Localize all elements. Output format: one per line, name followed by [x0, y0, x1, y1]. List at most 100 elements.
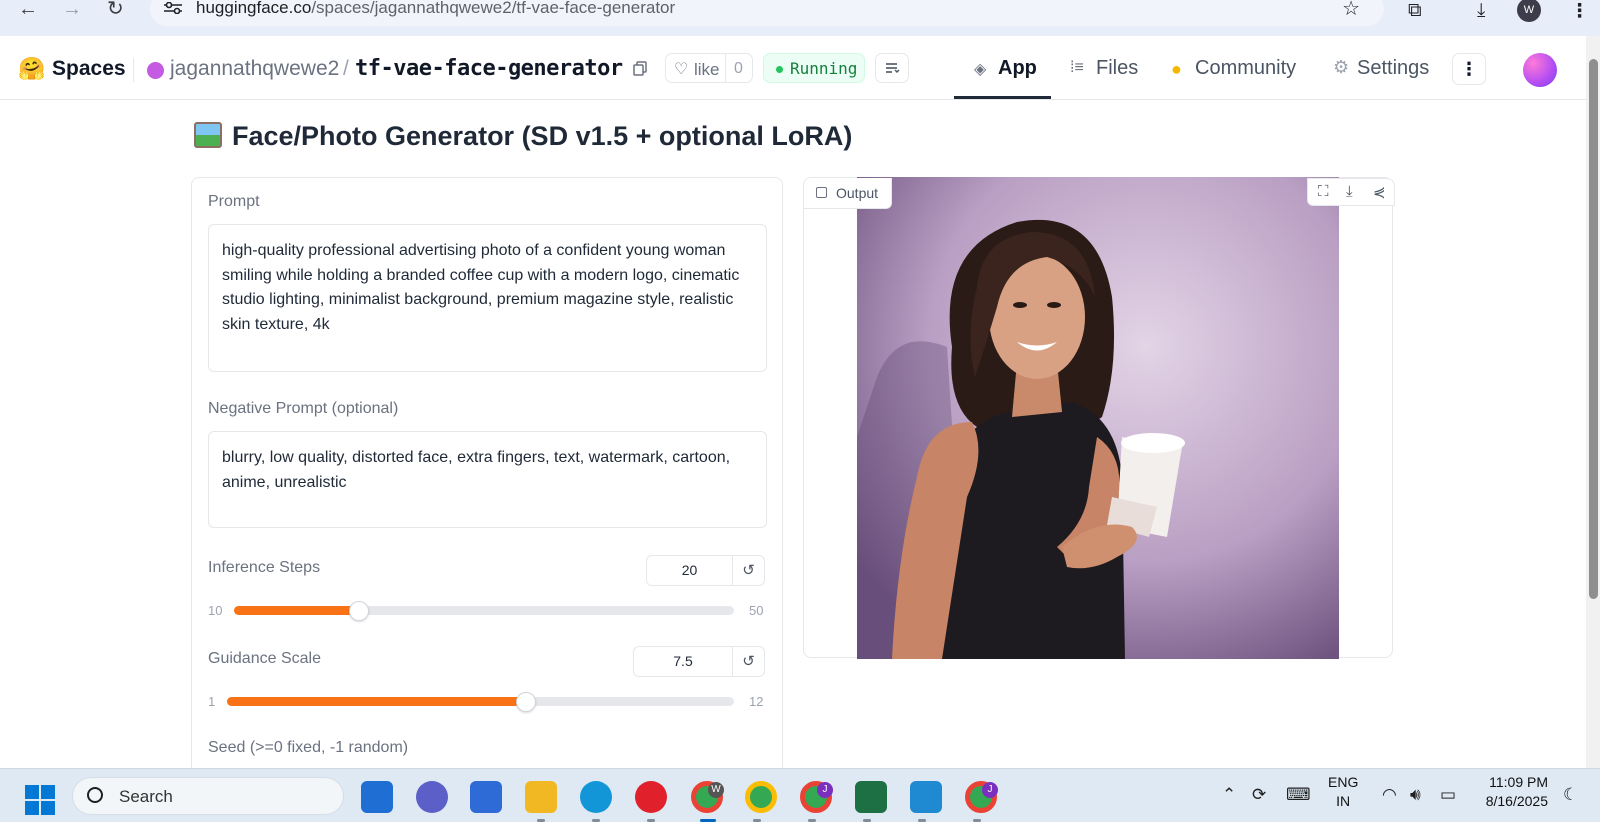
negative-prompt-label: Negative Prompt (optional)	[208, 400, 399, 417]
page-scrollbar[interactable]	[1586, 36, 1600, 768]
scrollbar-thumb[interactable]	[1589, 59, 1598, 599]
spaces-link[interactable]: Spaces	[52, 57, 126, 81]
copy-icon[interactable]	[633, 61, 647, 76]
chrome-profile2-icon[interactable]	[745, 781, 777, 813]
profile-badge-icon: J	[982, 782, 998, 798]
browser-profile-avatar[interactable]: W	[1517, 0, 1541, 22]
input-panel: Prompt high-quality professional adverti…	[191, 177, 783, 777]
reload-icon[interactable]: ↻	[107, 0, 124, 19]
tab-files-label: Files	[1096, 57, 1139, 79]
prompt-label: Prompt	[208, 193, 260, 210]
battery-icon[interactable]: ▭	[1440, 785, 1456, 805]
file-explorer-icon[interactable]	[525, 781, 557, 813]
output-panel: Output ⛶ ⤓ ⋞	[803, 177, 1395, 659]
user-avatar[interactable]	[1523, 53, 1557, 87]
sync-icon[interactable]: ⟳	[1252, 785, 1266, 805]
url-text: huggingface.co/spaces/jagannathqwewe2/tf…	[196, 0, 675, 18]
guidance-min: 1	[208, 694, 216, 709]
address-bar[interactable]: huggingface.co/spaces/jagannathqwewe2/tf…	[150, 0, 1384, 26]
fullscreen-icon[interactable]: ⛶	[1318, 183, 1329, 200]
edge-icon[interactable]	[580, 781, 612, 813]
steps-slider[interactable]	[234, 601, 734, 621]
more-options-button[interactable]: ⋮	[1452, 53, 1486, 85]
excel-icon[interactable]	[855, 781, 887, 813]
guidance-reset-button[interactable]: ↺	[733, 646, 765, 677]
tab-app[interactable]: ◈ App	[972, 36, 1052, 100]
chrome-profile-badge-icon: W	[708, 782, 724, 798]
guidance-number-input[interactable]: 7.5	[633, 646, 733, 677]
widgets-icon[interactable]	[361, 781, 393, 813]
clock-date: 8/16/2025	[1485, 793, 1548, 809]
negative-prompt-textarea[interactable]: blurry, low quality, distorted face, ext…	[208, 431, 767, 528]
clock[interactable]: 11:09 PM 8/16/2025	[1470, 773, 1548, 811]
guidance-slider[interactable]	[227, 692, 734, 712]
vscode-icon[interactable]	[910, 781, 942, 813]
image-icon	[816, 187, 827, 198]
steps-number-input[interactable]: 20	[646, 555, 733, 586]
opera-icon[interactable]	[635, 781, 667, 813]
active-tab-indicator	[954, 96, 1051, 99]
status-badge[interactable]: Running	[763, 53, 865, 83]
output-label: Output	[836, 185, 879, 201]
wifi-icon[interactable]: ◠	[1382, 785, 1397, 805]
steps-reset-button[interactable]: ↺	[733, 555, 765, 586]
output-label-tab: Output	[804, 178, 892, 209]
profile-badge-icon: J	[817, 782, 833, 798]
logs-icon	[886, 63, 900, 73]
header-divider	[133, 58, 134, 82]
chrome-profile3-icon[interactable]: J	[800, 781, 833, 813]
tab-community[interactable]: ● Community	[1169, 36, 1309, 100]
taskbar-search[interactable]: Search	[72, 777, 344, 815]
page-title: Face/Photo Generator (SD v1.5 + optional…	[194, 121, 852, 152]
repo-name[interactable]: tf-vae-face-generator	[355, 56, 623, 81]
store-icon[interactable]	[470, 781, 502, 813]
guidance-slider-fill	[227, 697, 526, 706]
steps-slider-thumb[interactable]	[349, 601, 369, 621]
chrome-profile4-icon[interactable]: J	[965, 781, 998, 813]
region-code: IN	[1336, 793, 1351, 809]
language-indicator[interactable]: ENG IN	[1328, 773, 1358, 811]
path-separator: /	[343, 57, 349, 80]
logs-button[interactable]	[875, 53, 909, 83]
search-icon	[87, 787, 103, 803]
keyboard-icon[interactable]: ⌨	[1286, 785, 1311, 805]
guidance-label: Guidance Scale	[208, 650, 321, 667]
forward-icon[interactable]: →	[62, 0, 82, 19]
language-code: ENG	[1328, 774, 1359, 790]
chevron-up-icon[interactable]: ⌃	[1222, 785, 1236, 805]
focus-moon-icon[interactable]: ☾	[1563, 785, 1578, 805]
tab-app-label: App	[998, 57, 1037, 79]
generated-image[interactable]	[857, 177, 1339, 659]
share-icon[interactable]: ⋞	[1373, 183, 1386, 201]
hf-logo-icon[interactable]: 🤗	[18, 56, 45, 82]
prompt-textarea[interactable]: high-quality professional advertising ph…	[208, 224, 767, 372]
tab-files[interactable]: ⁞≡ Files	[1068, 36, 1148, 100]
tab-community-label: Community	[1195, 57, 1297, 79]
guidance-slider-thumb[interactable]	[516, 692, 536, 712]
download-icon[interactable]: ⤓	[1477, 0, 1485, 22]
like-button[interactable]: ♡ like 0	[665, 53, 753, 83]
extensions-icon[interactable]: ⧉	[1408, 0, 1422, 22]
like-label: like	[694, 60, 720, 79]
windows-start-icon[interactable]	[25, 785, 55, 815]
browser-toolbar: ← → ↻ huggingface.co/spaces/jagannathqwe…	[0, 0, 1600, 36]
status-dot	[776, 66, 783, 73]
cube-icon: ◈	[974, 61, 987, 78]
steps-label: Inference Steps	[208, 559, 321, 576]
owner-link[interactable]: jagannathqwewe2	[170, 57, 339, 81]
back-icon[interactable]: ←	[18, 0, 38, 19]
image-toolbar: ⛶ ⤓ ⋞	[1307, 178, 1395, 206]
seed-label: Seed (>=0 fixed, -1 random)	[208, 739, 409, 756]
guidance-max: 12	[749, 694, 764, 709]
browser-menu-icon[interactable]: ⋮	[1570, 0, 1589, 23]
site-info-icon[interactable]	[164, 2, 182, 14]
teams-icon[interactable]	[416, 781, 448, 813]
steps-slider-fill	[234, 606, 359, 615]
bookmark-star-icon[interactable]: ☆	[1342, 0, 1360, 21]
volume-icon[interactable]: 🔊︎	[1410, 785, 1421, 805]
tab-settings[interactable]: ⚙ Settings	[1331, 36, 1431, 100]
files-icon: ⁞≡	[1070, 59, 1084, 76]
taskbar-search-placeholder: Search	[119, 787, 173, 806]
chrome-icon[interactable]: W	[691, 781, 724, 813]
download-image-icon[interactable]: ⤓	[1346, 183, 1353, 200]
